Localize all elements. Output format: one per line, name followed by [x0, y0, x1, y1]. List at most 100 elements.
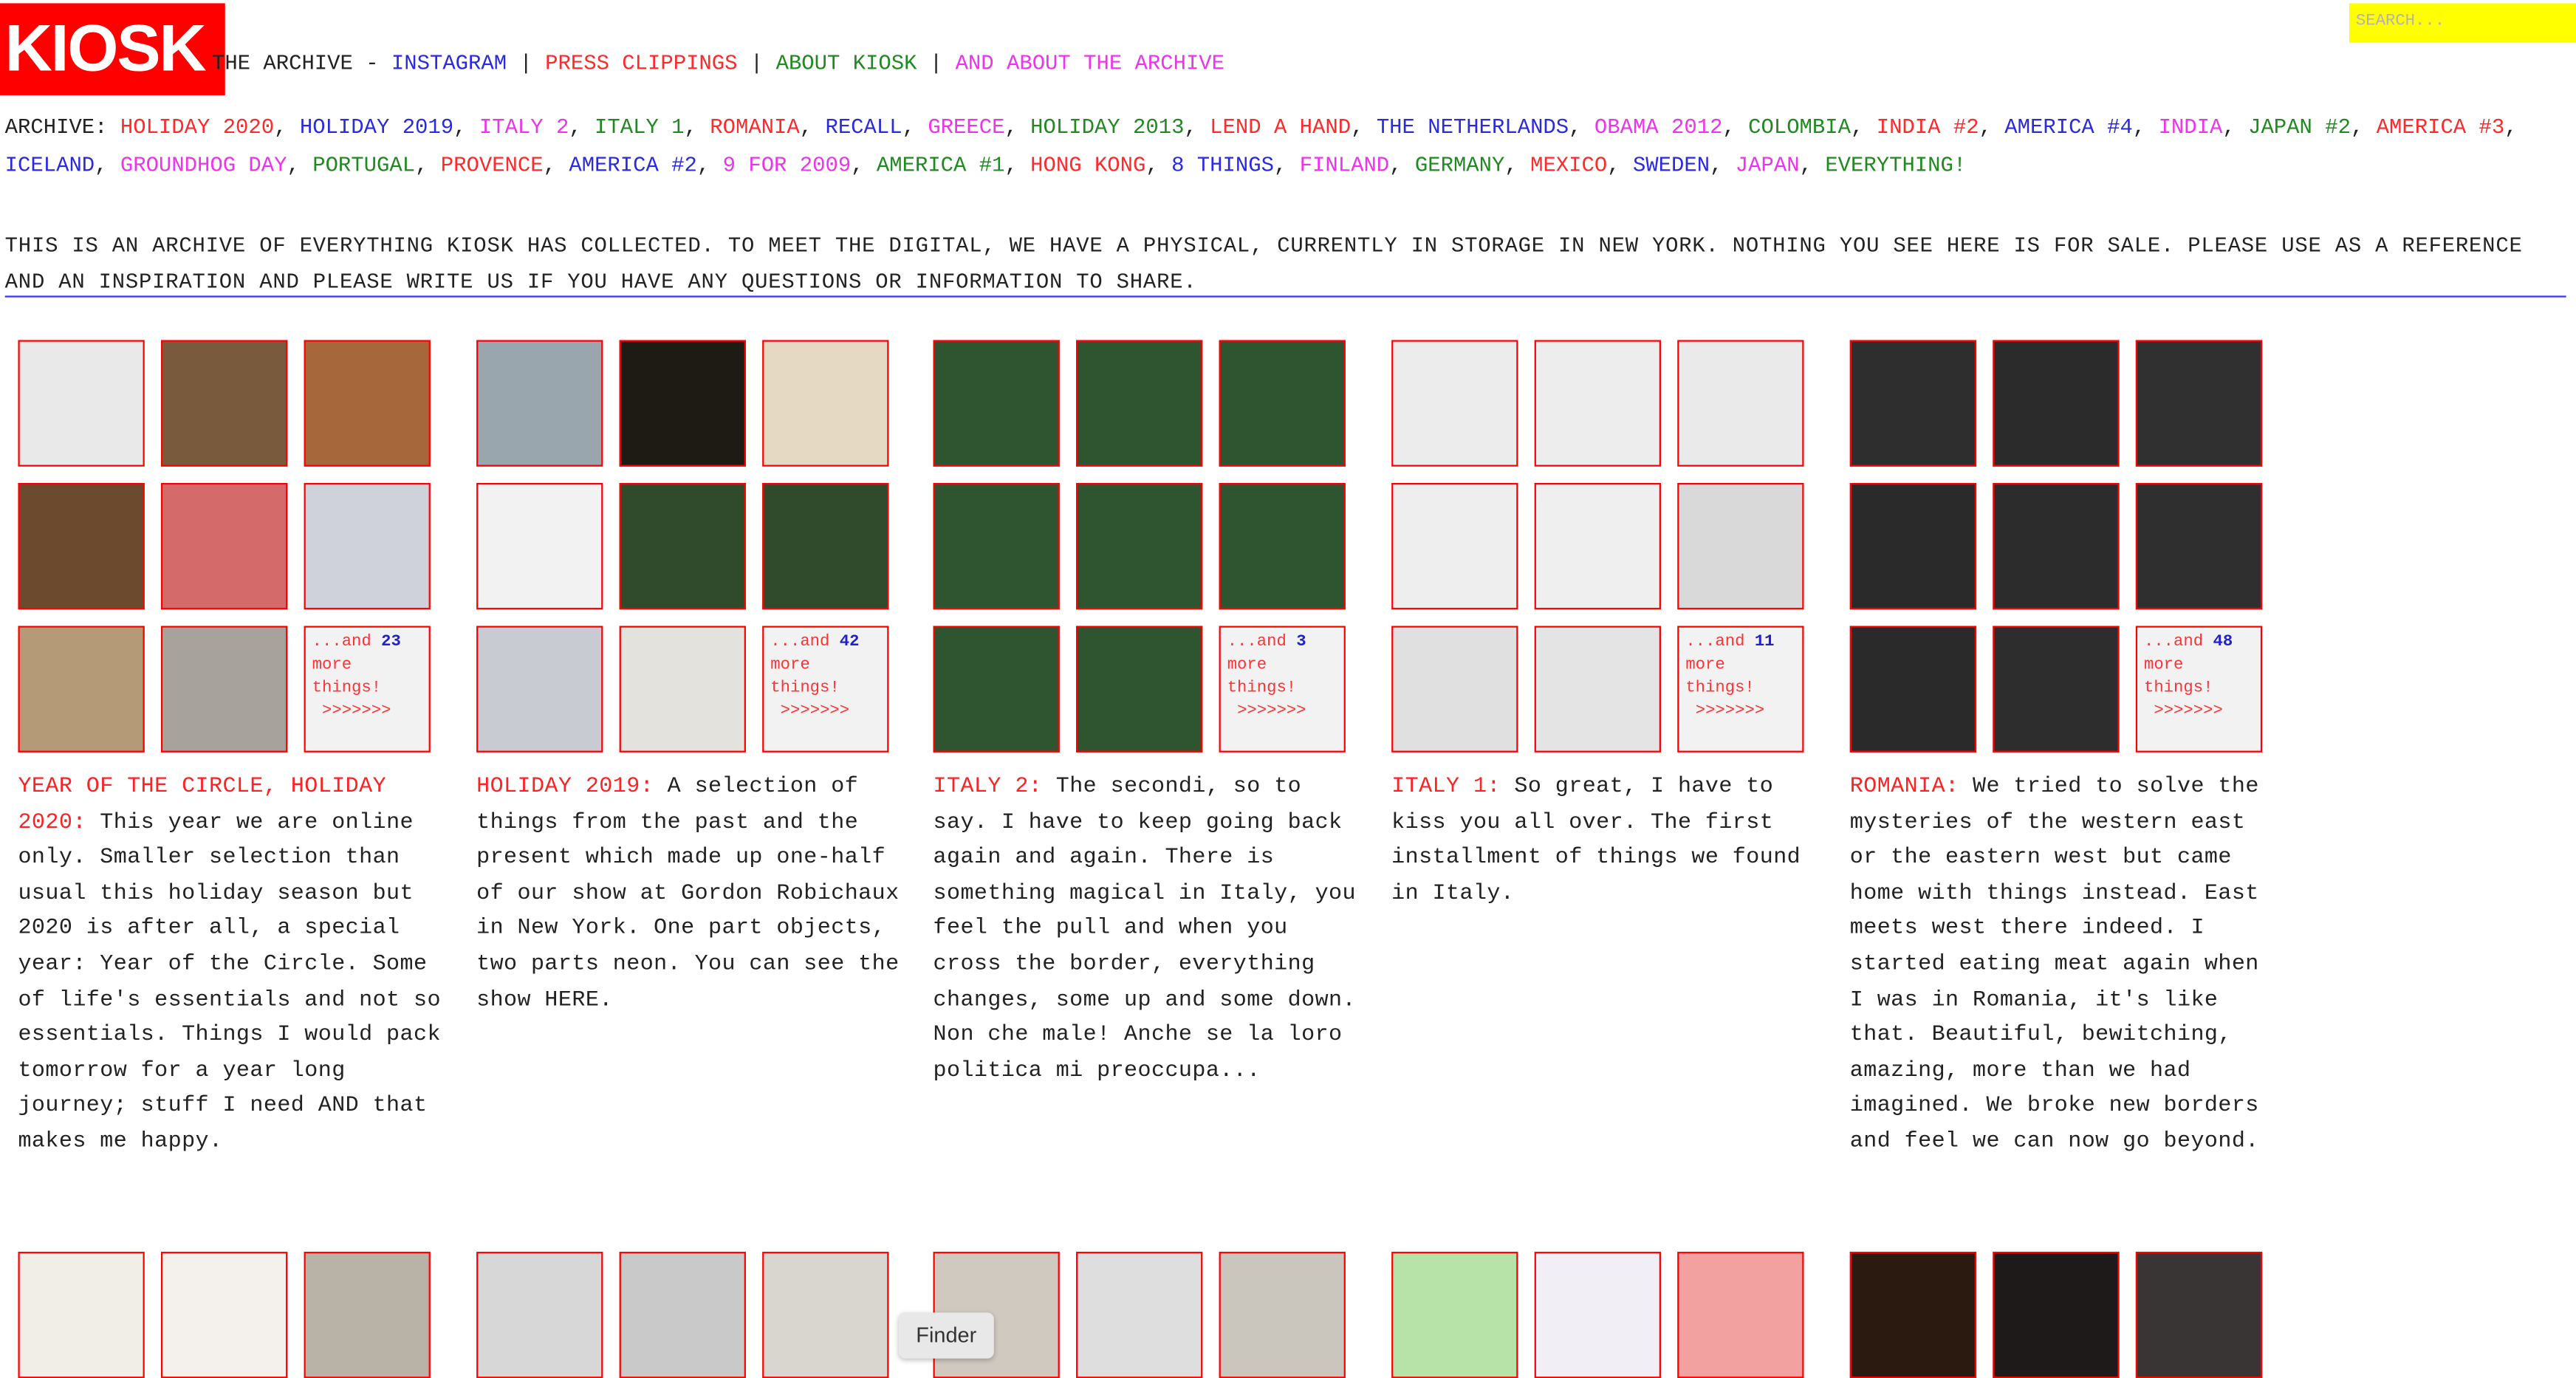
thumbnail-image[interactable]	[619, 1252, 746, 1378]
archive-link[interactable]: COLOMBIA	[1748, 115, 1851, 140]
nav-link[interactable]: INSTAGRAM	[391, 51, 507, 75]
archive-link[interactable]: AMERICA #1	[877, 153, 1005, 177]
more-things-link[interactable]: ...and 42 more things! >>>>>>>	[762, 625, 889, 753]
thumbnail-image[interactable]	[1849, 483, 1977, 610]
nav-link[interactable]: AND ABOUT THE ARCHIVE	[956, 51, 1224, 75]
archive-link[interactable]: HOLIDAY 2013	[1030, 115, 1184, 140]
thumbnail-image[interactable]	[1219, 340, 1346, 467]
thumbnail-image[interactable]	[2135, 340, 2263, 467]
archive-link[interactable]: THE NETHERLANDS	[1377, 115, 1569, 140]
thumbnail-image[interactable]	[304, 340, 431, 467]
thumbnail-image[interactable]	[304, 483, 431, 610]
thumbnail-image[interactable]	[304, 1252, 431, 1378]
kiosk-logo[interactable]: KIOSK	[0, 3, 225, 96]
archive-link[interactable]: JAPAN #2	[2248, 115, 2351, 140]
archive-link[interactable]: INDIA #2	[1877, 115, 1979, 140]
thumbnail-image[interactable]	[1677, 483, 1804, 610]
thumbnail-image[interactable]	[1219, 1252, 1346, 1378]
thumbnail-image[interactable]	[1849, 340, 1977, 467]
thumbnail-image[interactable]	[1534, 340, 1661, 467]
archive-link[interactable]: ROMANIA	[710, 115, 799, 140]
thumbnail-image[interactable]	[933, 483, 1060, 610]
thumbnail-image[interactable]	[476, 483, 603, 610]
archive-link[interactable]: AMERICA #3	[2377, 115, 2505, 140]
thumbnail-image[interactable]	[933, 340, 1060, 467]
search-input[interactable]: SEARCH...	[2349, 3, 2576, 43]
thumbnail-image[interactable]	[1391, 1252, 1518, 1378]
nav-link[interactable]: ABOUT KIOSK	[776, 51, 917, 75]
archive-link[interactable]: PROVENCE	[441, 153, 544, 177]
archive-link[interactable]: 8 THINGS	[1171, 153, 1274, 177]
archive-link[interactable]: AMERICA #2	[569, 153, 697, 177]
thumbnail-image[interactable]	[161, 625, 288, 753]
archive-link[interactable]: JAPAN	[1736, 153, 1800, 177]
thumbnail-image[interactable]	[1391, 340, 1518, 467]
archive-link[interactable]: HONG KONG	[1030, 153, 1145, 177]
thumbnail-image[interactable]	[1219, 483, 1346, 610]
archive-link[interactable]: LEND A HAND	[1210, 115, 1351, 140]
archive-link[interactable]: HOLIDAY 2019	[300, 115, 453, 140]
thumbnail-image[interactable]	[1993, 1252, 2120, 1378]
thumbnail-image[interactable]	[1076, 625, 1203, 753]
archive-link[interactable]: FINLAND	[1300, 153, 1389, 177]
thumbnail-image[interactable]	[1391, 625, 1518, 753]
more-things-link[interactable]: ...and 11 more things! >>>>>>>	[1677, 625, 1804, 753]
archive-link[interactable]: EVERYTHING!	[1825, 153, 1966, 177]
thumbnail-image[interactable]	[1391, 483, 1518, 610]
thumbnail-image[interactable]	[1534, 483, 1661, 610]
archive-link[interactable]: GERMANY	[1415, 153, 1504, 177]
collection-title[interactable]: ROMANIA:	[1850, 775, 1959, 800]
more-things-link[interactable]: ...and 3 more things! >>>>>>>	[1219, 625, 1346, 753]
thumbnail-image[interactable]	[762, 340, 889, 467]
thumbnail-image[interactable]	[18, 625, 145, 753]
collection-title[interactable]: ITALY 1:	[1391, 775, 1501, 800]
archive-link[interactable]: SWEDEN	[1633, 153, 1710, 177]
thumbnail-image[interactable]	[18, 340, 145, 467]
thumbnail-image[interactable]	[1993, 340, 2120, 467]
archive-link[interactable]: GREECE	[928, 115, 1004, 140]
thumbnail-image[interactable]	[18, 1252, 145, 1378]
more-things-link[interactable]: ...and 23 more things! >>>>>>>	[304, 625, 431, 753]
thumbnail-image[interactable]	[1849, 1252, 1977, 1378]
collection-title[interactable]: ITALY 2:	[934, 775, 1043, 800]
thumbnail-image[interactable]	[762, 483, 889, 610]
thumbnail-image[interactable]	[1076, 483, 1203, 610]
thumbnail-image[interactable]	[2135, 483, 2263, 610]
archive-link[interactable]: RECALL	[825, 115, 902, 140]
thumbnail-image[interactable]	[161, 483, 288, 610]
archive-link[interactable]: INDIA	[2159, 115, 2223, 140]
thumbnail-image[interactable]	[2135, 1252, 2263, 1378]
archive-link[interactable]: HOLIDAY 2020	[120, 115, 274, 140]
thumbnail-image[interactable]	[619, 483, 746, 610]
archive-link[interactable]: MEXICO	[1530, 153, 1607, 177]
thumbnail-image[interactable]	[161, 1252, 288, 1378]
archive-link[interactable]: OBAMA 2012	[1594, 115, 1723, 140]
thumbnail-image[interactable]	[18, 483, 145, 610]
archive-link[interactable]: 9 FOR 2009	[723, 153, 852, 177]
archive-link[interactable]: PORTUGAL	[312, 153, 415, 177]
thumbnail-image[interactable]	[476, 625, 603, 753]
archive-link[interactable]: AMERICA #4	[2004, 115, 2133, 140]
thumbnail-image[interactable]	[762, 1252, 889, 1378]
thumbnail-image[interactable]	[1993, 625, 2120, 753]
thumbnail-image[interactable]	[933, 625, 1060, 753]
thumbnail-image[interactable]	[1076, 1252, 1203, 1378]
archive-link[interactable]: ITALY 2	[479, 115, 569, 140]
archive-link[interactable]: ITALY 1	[595, 115, 684, 140]
thumbnail-image[interactable]	[476, 1252, 603, 1378]
archive-link[interactable]: ICELAND	[5, 153, 95, 177]
thumbnail-image[interactable]	[1534, 1252, 1661, 1378]
thumbnail-image[interactable]	[476, 340, 603, 467]
archive-link[interactable]: GROUNDHOG DAY	[120, 153, 287, 177]
thumbnail-image[interactable]	[1677, 340, 1804, 467]
collection-title[interactable]: HOLIDAY 2019:	[476, 775, 654, 800]
nav-link[interactable]: PRESS CLIPPINGS	[545, 51, 737, 75]
thumbnail-image[interactable]	[1534, 625, 1661, 753]
thumbnail-image[interactable]	[1849, 625, 1977, 753]
more-things-link[interactable]: ...and 48 more things! >>>>>>>	[2135, 625, 2263, 753]
thumbnail-image[interactable]	[619, 625, 746, 753]
thumbnail-image[interactable]	[1677, 1252, 1804, 1378]
thumbnail-image[interactable]	[619, 340, 746, 467]
thumbnail-image[interactable]	[1076, 340, 1203, 467]
thumbnail-image[interactable]	[161, 340, 288, 467]
